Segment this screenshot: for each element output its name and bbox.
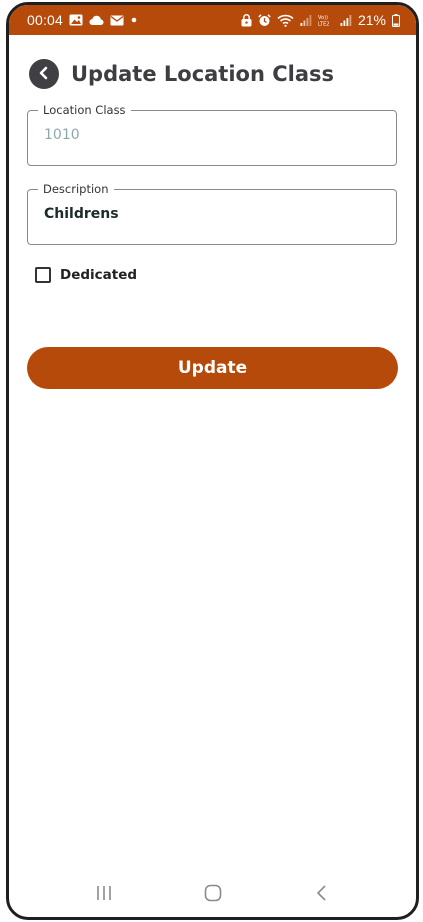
mail-icon bbox=[110, 15, 124, 26]
location-class-label: Location Class bbox=[38, 102, 131, 118]
dedicated-row[interactable]: Dedicated bbox=[35, 267, 137, 283]
signal-icon bbox=[340, 14, 352, 26]
back-button[interactable] bbox=[29, 59, 59, 89]
description-field[interactable]: Description bbox=[27, 181, 397, 245]
system-nav-bar bbox=[9, 873, 416, 917]
status-time: 00:04 bbox=[27, 12, 64, 28]
recents-icon bbox=[95, 885, 113, 905]
lock-icon bbox=[241, 13, 252, 27]
location-class-input[interactable] bbox=[44, 127, 384, 143]
signal-icon bbox=[300, 14, 312, 26]
status-right: Vo)) LTE2 21% bbox=[241, 12, 400, 28]
alarm-icon bbox=[258, 13, 271, 27]
status-bar: 00:04 Vo)) LTE2 21% bbox=[9, 5, 416, 35]
battery-icon bbox=[392, 13, 400, 27]
battery-percentage: 21% bbox=[357, 12, 386, 28]
image-icon bbox=[69, 14, 83, 26]
status-left: 00:04 bbox=[27, 12, 138, 28]
update-button[interactable]: Update bbox=[27, 347, 398, 389]
home-icon bbox=[204, 884, 222, 906]
page-header: Update Location Class bbox=[29, 59, 334, 89]
dot-icon bbox=[130, 16, 138, 24]
nav-back-button[interactable] bbox=[302, 880, 342, 910]
description-label: Description bbox=[38, 181, 114, 197]
svg-text:LTE2: LTE2 bbox=[318, 22, 330, 27]
page-title: Update Location Class bbox=[71, 62, 335, 86]
chevron-left-icon bbox=[37, 65, 51, 84]
back-icon bbox=[315, 884, 329, 906]
phone-frame: 00:04 Vo)) LTE2 21% Update Location Clas… bbox=[6, 2, 419, 920]
dedicated-checkbox[interactable] bbox=[35, 267, 51, 283]
home-button[interactable] bbox=[193, 880, 233, 910]
cloud-icon bbox=[89, 15, 104, 26]
location-class-field[interactable]: Location Class bbox=[27, 102, 397, 166]
wifi-icon bbox=[277, 14, 294, 27]
dedicated-label[interactable]: Dedicated bbox=[60, 267, 137, 283]
volte-icon: Vo)) LTE2 bbox=[318, 14, 334, 26]
recents-button[interactable] bbox=[84, 880, 124, 910]
description-input[interactable] bbox=[44, 206, 384, 222]
svg-text:Vo)): Vo)) bbox=[318, 15, 328, 21]
